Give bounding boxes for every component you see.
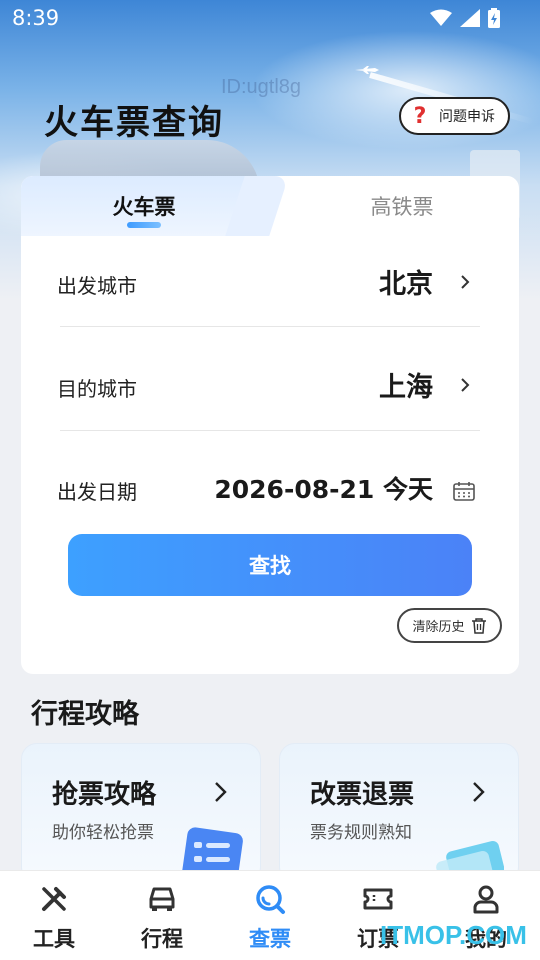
search-card: 火车票 高铁票 出发城市 北京 目的城市 上海 出发日期 2026-08-21 …	[21, 176, 519, 674]
destination-city-row[interactable]: 目的城市 上海	[21, 355, 519, 415]
tab-high-speed-ticket[interactable]: 高铁票	[285, 176, 519, 236]
divider	[60, 326, 480, 327]
chevron-right-icon	[473, 782, 485, 802]
ticket-tabs: 火车票 高铁票	[21, 176, 519, 236]
nav-label: 行程	[141, 927, 183, 951]
guide-card-ticket-grabbing[interactable]: 抢票攻略 助你轻松抢票	[21, 743, 261, 883]
chevron-right-icon	[461, 275, 470, 289]
trash-icon	[471, 617, 486, 634]
status-icons	[430, 8, 500, 28]
report-issue-label: 问题申诉	[439, 109, 495, 125]
nav-item-search-tickets[interactable]: 查票	[216, 871, 324, 960]
departure-date-row[interactable]: 出发日期 2026-08-21 今天	[21, 458, 519, 518]
status-time: 8:39	[12, 6, 60, 30]
car-icon	[149, 887, 175, 911]
nav-label: 查票	[249, 927, 291, 951]
travel-guide-section-title: 行程攻略	[31, 699, 139, 730]
calendar-icon	[453, 482, 475, 501]
tools-icon	[42, 887, 66, 911]
airplane-icon	[355, 66, 379, 74]
divider	[60, 430, 480, 431]
departure-date-label: 出发日期	[57, 480, 137, 504]
report-issue-button[interactable]: ? 问题申诉	[399, 97, 510, 135]
guide-card-title: 改票退票	[310, 780, 415, 810]
user-icon	[473, 885, 499, 914]
watermark-site: ITMOP.COM	[380, 920, 527, 950]
wifi-icon	[430, 9, 452, 26]
destination-city-value: 上海	[379, 372, 433, 403]
guide-card-title: 抢票攻略	[52, 780, 157, 810]
page-title: 火车票查询	[44, 103, 224, 143]
nav-item-trips[interactable]: 行程	[108, 871, 216, 960]
chevron-right-icon	[215, 782, 227, 802]
departure-city-value: 北京	[379, 269, 433, 300]
clear-history-button[interactable]: 清除历史	[397, 608, 502, 643]
status-bar: 8:39	[0, 0, 540, 38]
guide-card-subtitle: 助你轻松抢票	[52, 823, 154, 843]
nav-item-tools[interactable]: 工具	[0, 871, 108, 960]
departure-date-value: 2026-08-21 今天	[214, 475, 433, 504]
departure-city-label: 出发城市	[57, 274, 137, 298]
clear-history-label: 清除历史	[412, 620, 465, 635]
ticket-icon	[363, 888, 393, 910]
chevron-right-icon	[461, 378, 470, 392]
search-icon	[256, 885, 285, 914]
question-icon: ?	[413, 103, 427, 129]
destination-city-label: 目的城市	[57, 377, 137, 401]
active-tab-indicator	[127, 222, 161, 228]
signal-icon	[460, 9, 480, 27]
guide-card-subtitle: 票务规则熟知	[310, 823, 412, 843]
departure-city-row[interactable]: 出发城市 北京	[21, 252, 519, 312]
search-button[interactable]: 查找	[68, 534, 472, 596]
watermark-id: ID:ugtl8g	[221, 76, 302, 98]
nav-label: 工具	[33, 927, 75, 951]
battery-icon	[488, 8, 500, 28]
guide-card-change-refund[interactable]: 改票退票 票务规则熟知	[279, 743, 519, 883]
